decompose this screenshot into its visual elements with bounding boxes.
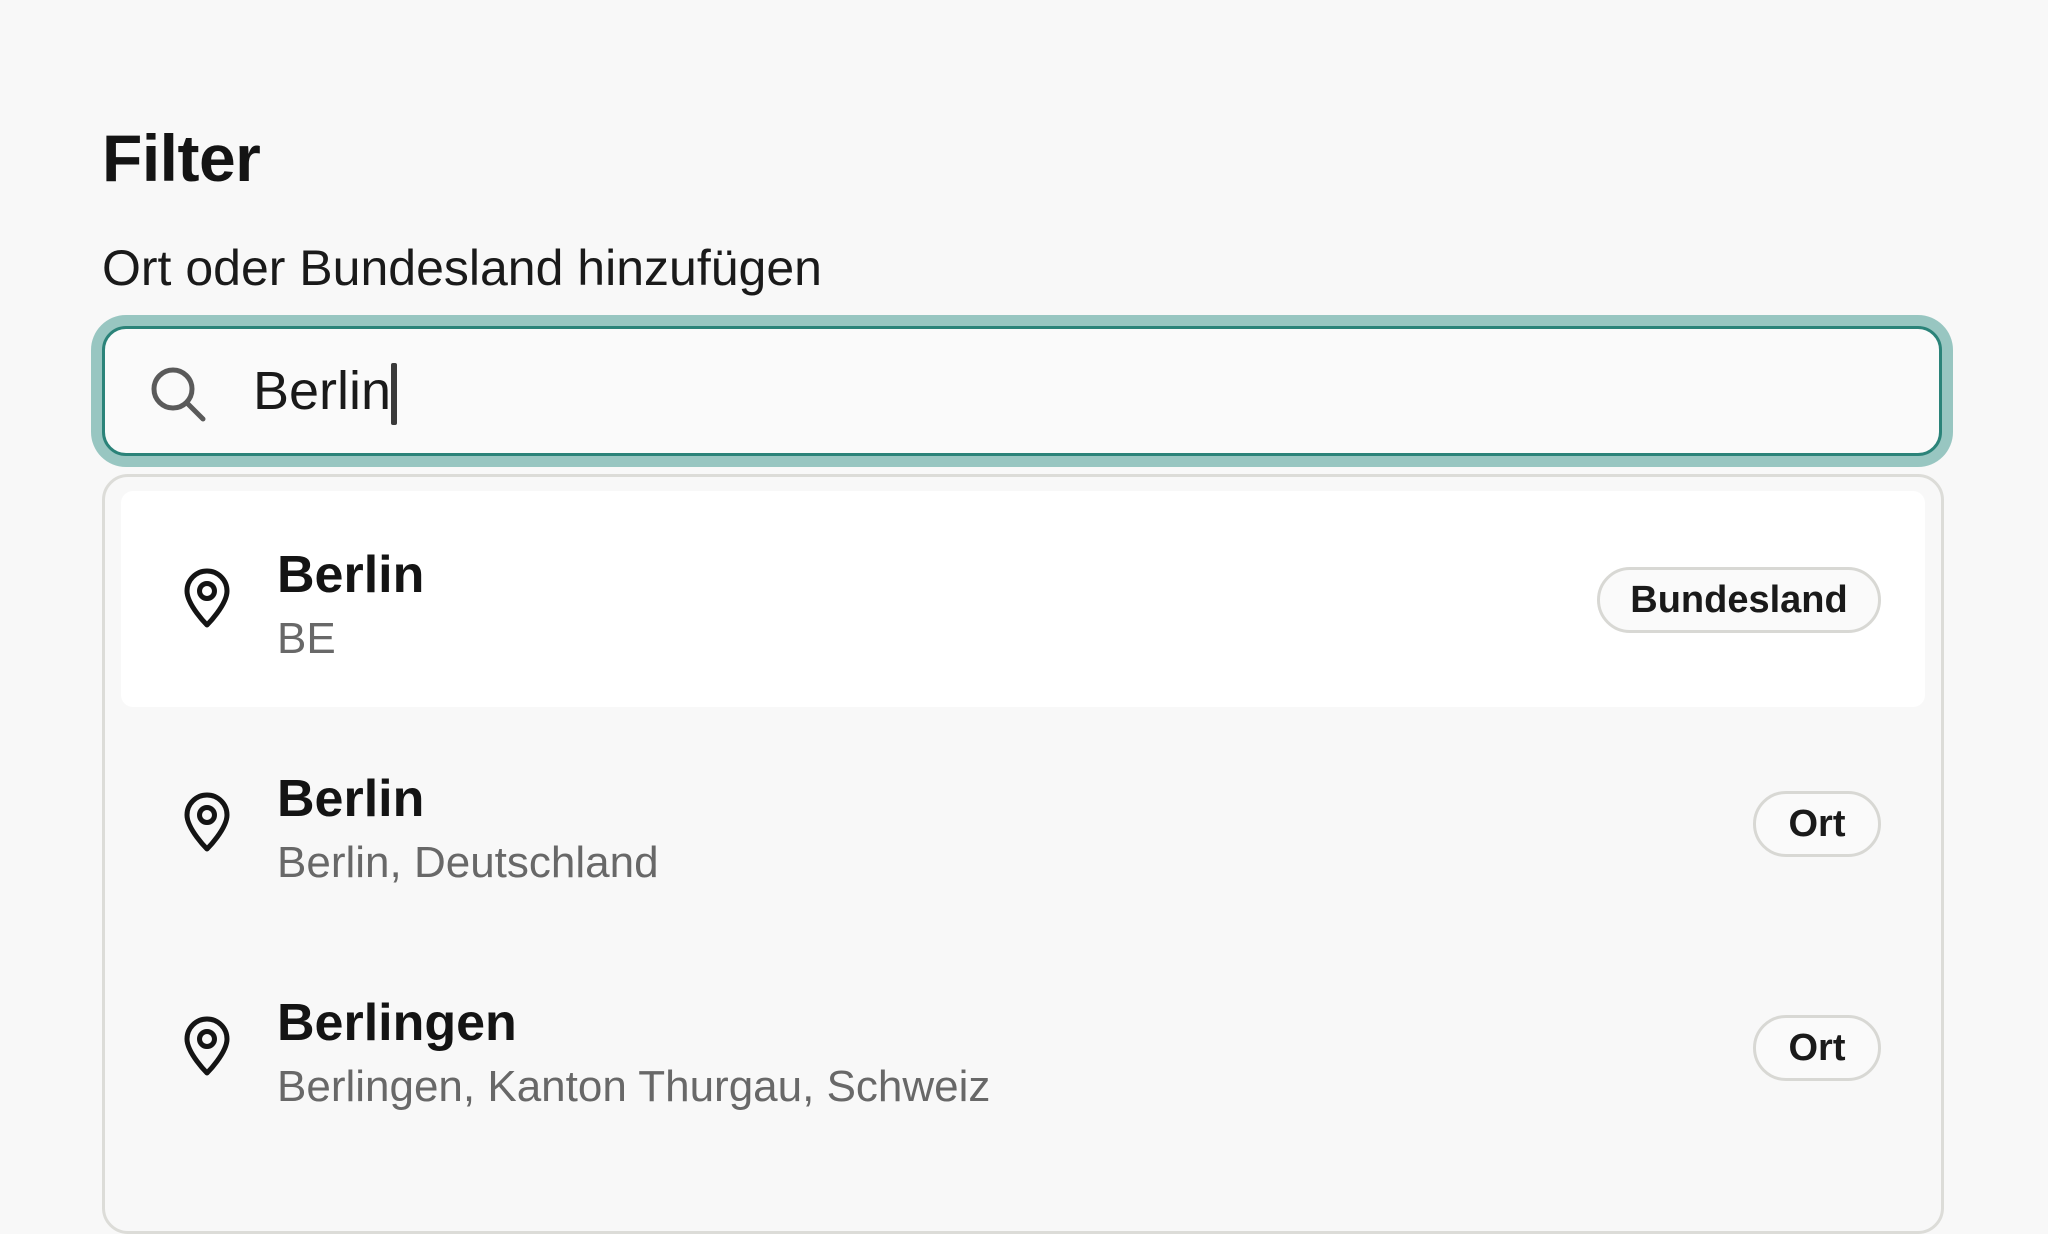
suggestion-list: Berlin BE Bundesland Berlin Berlin, Deut… [102,474,1944,1234]
page-title: Filter [102,121,261,195]
map-pin-icon [181,791,233,853]
suggestion-title: Berlin [277,546,425,604]
type-badge: Ort [1753,1015,1881,1081]
map-pin-icon [181,1015,233,1077]
location-search-field[interactable] [102,326,1942,456]
suggestion-subtitle: BE [277,614,336,663]
map-pin-icon [181,567,233,629]
type-badge: Ort [1753,791,1881,857]
suggestion-title: Berlingen [277,994,517,1052]
suggestion-item[interactable]: Berlin BE Bundesland [121,491,1925,707]
location-search-input[interactable] [253,349,1853,433]
search-icon [149,365,207,423]
suggestion-item[interactable]: Berlingen Berlingen, Kanton Thurgau, Sch… [121,939,1925,1155]
text-cursor [391,363,397,425]
location-field-label: Ort oder Bundesland hinzufügen [102,240,822,296]
suggestion-subtitle: Berlin, Deutschland [277,838,659,887]
suggestion-item[interactable]: Berlin Berlin, Deutschland Ort [121,715,1925,931]
suggestion-title: Berlin [277,770,425,828]
suggestion-subtitle: Berlingen, Kanton Thurgau, Schweiz [277,1062,991,1111]
type-badge: Bundesland [1597,567,1881,633]
